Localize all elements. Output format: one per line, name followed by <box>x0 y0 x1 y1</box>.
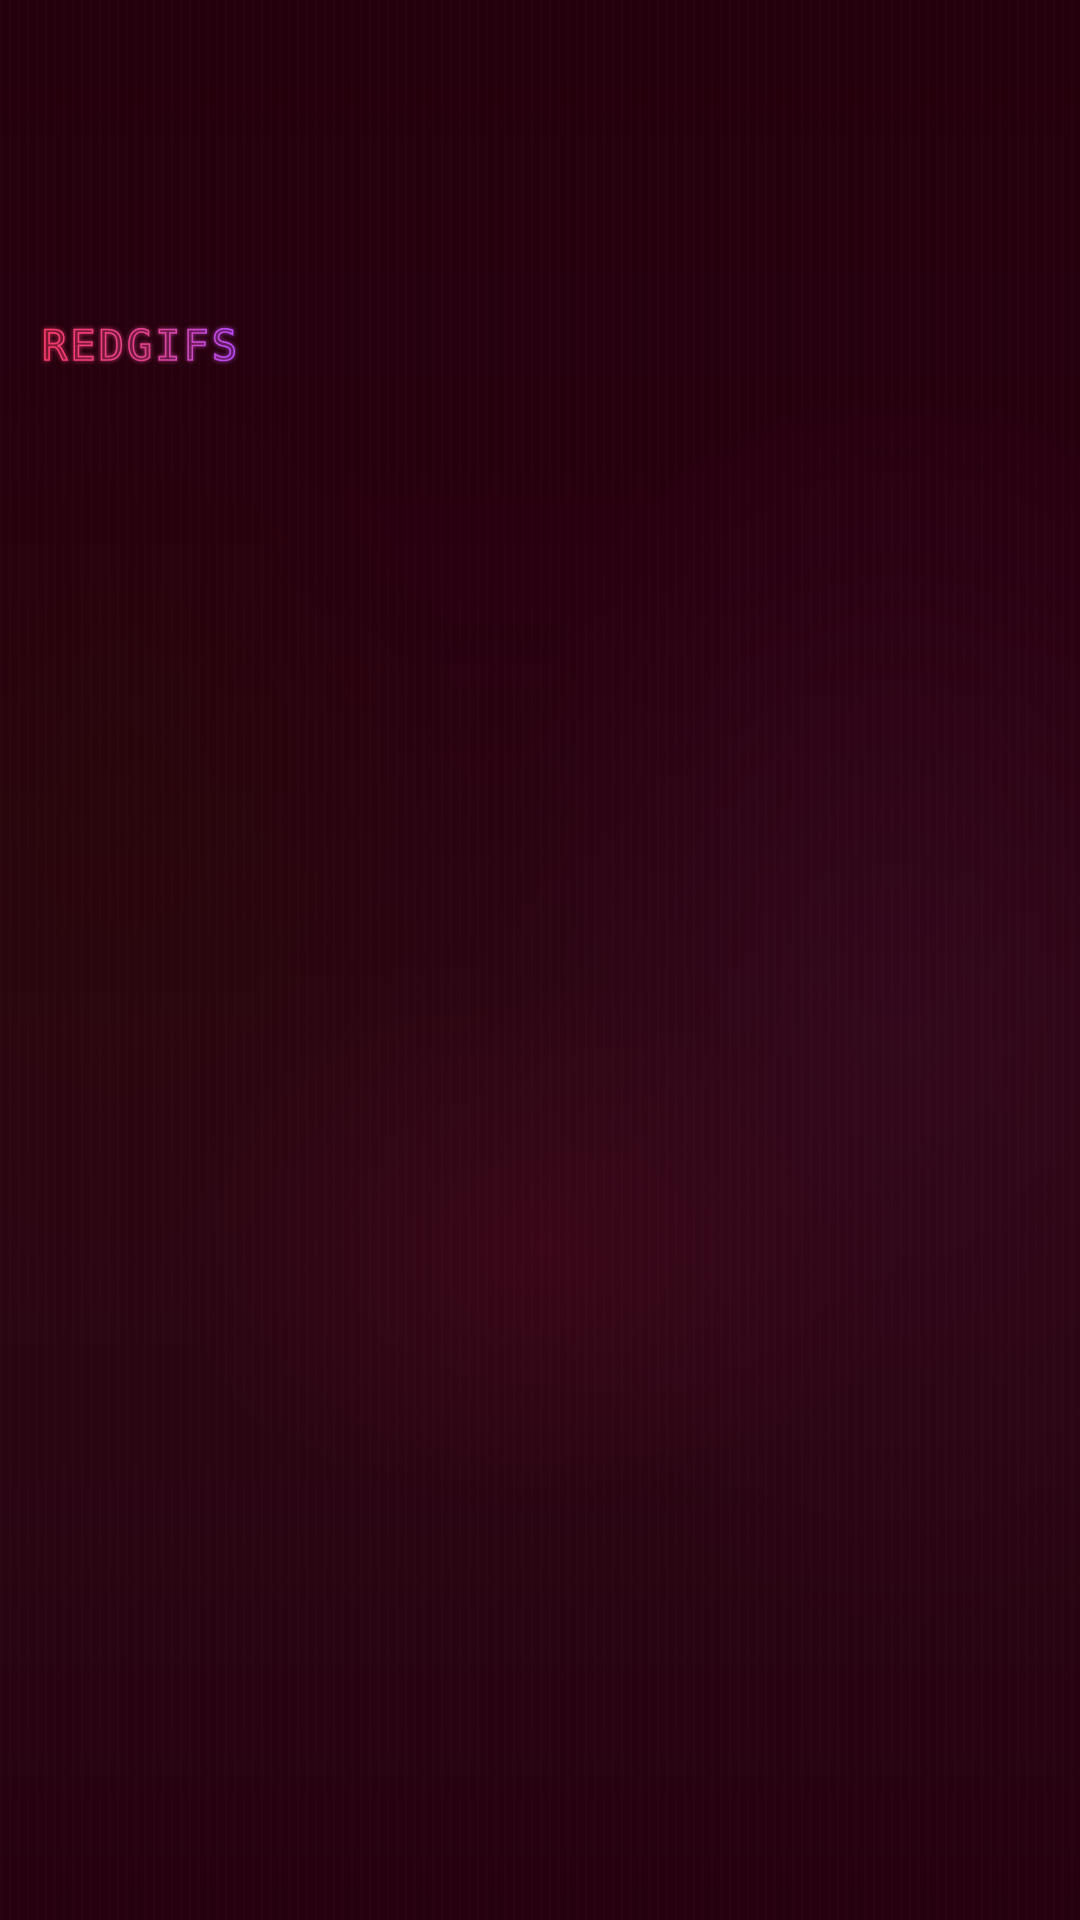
splash-screen: REDGIFS <box>0 0 1080 1920</box>
logo-wordmark-text: REDGIFS <box>42 321 240 370</box>
background-texture <box>0 0 1080 1920</box>
redgifs-wordmark-icon: REDGIFS <box>41 320 240 371</box>
redgifs-logo: REDGIFS <box>40 318 280 372</box>
